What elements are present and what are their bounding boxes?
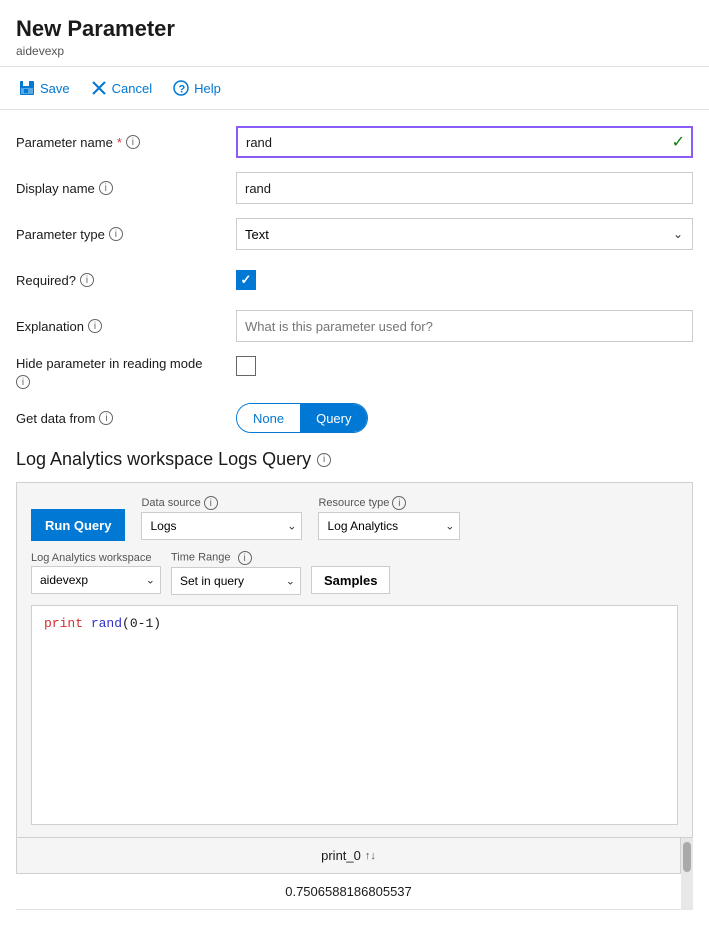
toggle-none[interactable]: None: [237, 403, 300, 433]
code-args: (0-1): [122, 616, 161, 631]
get-data-label: Get data from i: [16, 411, 236, 426]
code-editor[interactable]: print rand (0-1): [31, 605, 678, 825]
display-name-info-icon[interactable]: i: [99, 181, 113, 195]
resource-type-label: Resource type i: [318, 496, 460, 510]
page-container: New Parameter aidevexp Save Cancel ?: [0, 0, 709, 910]
toggle-query[interactable]: Query: [300, 403, 367, 433]
parameter-type-select-wrapper: Text Integer Float DateTime Duration ⌄: [236, 218, 693, 250]
query-controls-row: Run Query Data source i Logs Metrics Azu…: [31, 495, 678, 541]
hide-param-checkbox[interactable]: [236, 356, 256, 376]
scrollbar[interactable]: [681, 838, 693, 910]
run-query-button[interactable]: Run Query: [31, 509, 125, 541]
results-header: print_0 ↑↓: [16, 838, 681, 874]
results-value-row: 0.7506588186805537: [16, 874, 681, 910]
workspace-select[interactable]: aidevexp: [31, 566, 161, 594]
hide-param-row: Hide parameter in reading mode i: [16, 356, 693, 389]
code-keyword-print: print: [44, 616, 83, 631]
get-data-info-icon[interactable]: i: [99, 411, 113, 425]
hide-param-info-icon[interactable]: i: [16, 375, 30, 389]
query-section: Run Query Data source i Logs Metrics Azu…: [16, 482, 693, 838]
time-range-label: Time Range i: [171, 551, 301, 565]
data-source-group: Data source i Logs Metrics Azure Resourc…: [141, 496, 302, 540]
data-source-info-icon[interactable]: i: [204, 496, 218, 510]
parameter-name-label: Parameter name * i: [16, 135, 236, 150]
workspace-group: Log Analytics workspace aidevexp ⌄: [31, 552, 161, 594]
column-header-text: print_0 ↑↓: [321, 848, 376, 863]
get-data-row: Get data from i None Query: [16, 403, 693, 433]
page-title: New Parameter: [16, 16, 693, 42]
display-name-row: Display name i: [16, 172, 693, 204]
required-info-icon[interactable]: i: [80, 273, 94, 287]
code-line-1: print rand (0-1): [44, 616, 665, 631]
scrollbar-thumb[interactable]: [683, 842, 691, 872]
cancel-button[interactable]: Cancel: [88, 75, 154, 101]
hide-param-label-col: Hide parameter in reading mode i: [16, 356, 236, 389]
data-source-select-wrapper: Logs Metrics Azure Resource Graph ⌄: [141, 512, 302, 540]
workspace-label: Log Analytics workspace: [31, 552, 161, 564]
resource-type-select[interactable]: Log Analytics Application Insights Azure…: [318, 512, 460, 540]
query-section-title: Log Analytics workspace Logs Query i: [0, 449, 709, 470]
checkmark-icon: ✓: [241, 272, 252, 288]
samples-button[interactable]: Samples: [311, 566, 390, 594]
results-section: print_0 ↑↓ 0.7506588186805537: [16, 838, 693, 910]
hide-param-label: Hide parameter in reading mode: [16, 356, 236, 371]
workspace-select-wrapper: aidevexp ⌄: [31, 566, 161, 594]
data-source-select[interactable]: Logs Metrics Azure Resource Graph: [141, 512, 302, 540]
toolbar: Save Cancel ? Help: [0, 67, 709, 110]
help-icon: ?: [172, 79, 190, 97]
parameter-type-info-icon[interactable]: i: [109, 227, 123, 241]
required-star: *: [117, 135, 122, 150]
help-button[interactable]: ? Help: [170, 75, 223, 101]
resource-type-group: Resource type i Log Analytics Applicatio…: [318, 496, 460, 540]
parameter-name-info-icon[interactable]: i: [126, 135, 140, 149]
explanation-label: Explanation i: [16, 319, 236, 334]
time-range-info-icon[interactable]: i: [238, 551, 252, 565]
display-name-input-wrapper: [236, 172, 693, 204]
query-section-info-icon[interactable]: i: [317, 453, 331, 467]
save-icon: [18, 79, 36, 97]
time-range-select-wrapper: Set in query Last hour Last 24 hours Las…: [171, 567, 301, 595]
svg-text:?: ?: [179, 84, 186, 96]
header: New Parameter aidevexp: [0, 0, 709, 67]
required-label: Required? i: [16, 273, 236, 288]
explanation-row: Explanation i: [16, 310, 693, 342]
sort-arrows-icon[interactable]: ↑↓: [365, 850, 376, 862]
parameter-name-input-wrapper: ✓: [236, 126, 693, 158]
workspace-row: Log Analytics workspace aidevexp ⌄ Time …: [31, 551, 678, 595]
hide-info-row: i: [16, 375, 236, 389]
results-main: print_0 ↑↓ 0.7506588186805537: [16, 838, 681, 910]
save-button[interactable]: Save: [16, 75, 72, 101]
query-inner: Run Query Data source i Logs Metrics Azu…: [17, 483, 692, 837]
form-container: Parameter name * i ✓ Display name i Para…: [0, 110, 709, 433]
required-row: Required? i ✓: [16, 264, 693, 296]
explanation-input[interactable]: [236, 310, 693, 342]
samples-group: Samples: [311, 552, 390, 594]
display-name-input[interactable]: [236, 172, 693, 204]
parameter-type-select[interactable]: Text Integer Float DateTime Duration: [236, 218, 693, 250]
parameter-name-input[interactable]: [236, 126, 693, 158]
valid-checkmark-icon: ✓: [672, 132, 685, 152]
get-data-toggle-group: None Query: [236, 403, 368, 433]
parameter-type-label: Parameter type i: [16, 227, 236, 242]
time-range-select[interactable]: Set in query Last hour Last 24 hours Las…: [171, 567, 301, 595]
time-range-group: Time Range i Set in query Last hour Last…: [171, 551, 301, 595]
resource-type-info-icon[interactable]: i: [392, 496, 406, 510]
page-subtitle: aidevexp: [16, 44, 693, 58]
explanation-info-icon[interactable]: i: [88, 319, 102, 333]
code-function-rand: rand: [91, 616, 122, 631]
parameter-name-row: Parameter name * i ✓: [16, 126, 693, 158]
cancel-icon: [90, 79, 108, 97]
resource-type-select-wrapper: Log Analytics Application Insights Azure…: [318, 512, 460, 540]
parameter-type-row: Parameter type i Text Integer Float Date…: [16, 218, 693, 250]
data-source-label: Data source i: [141, 496, 302, 510]
required-checkbox[interactable]: ✓: [236, 270, 256, 290]
display-name-label: Display name i: [16, 181, 236, 196]
